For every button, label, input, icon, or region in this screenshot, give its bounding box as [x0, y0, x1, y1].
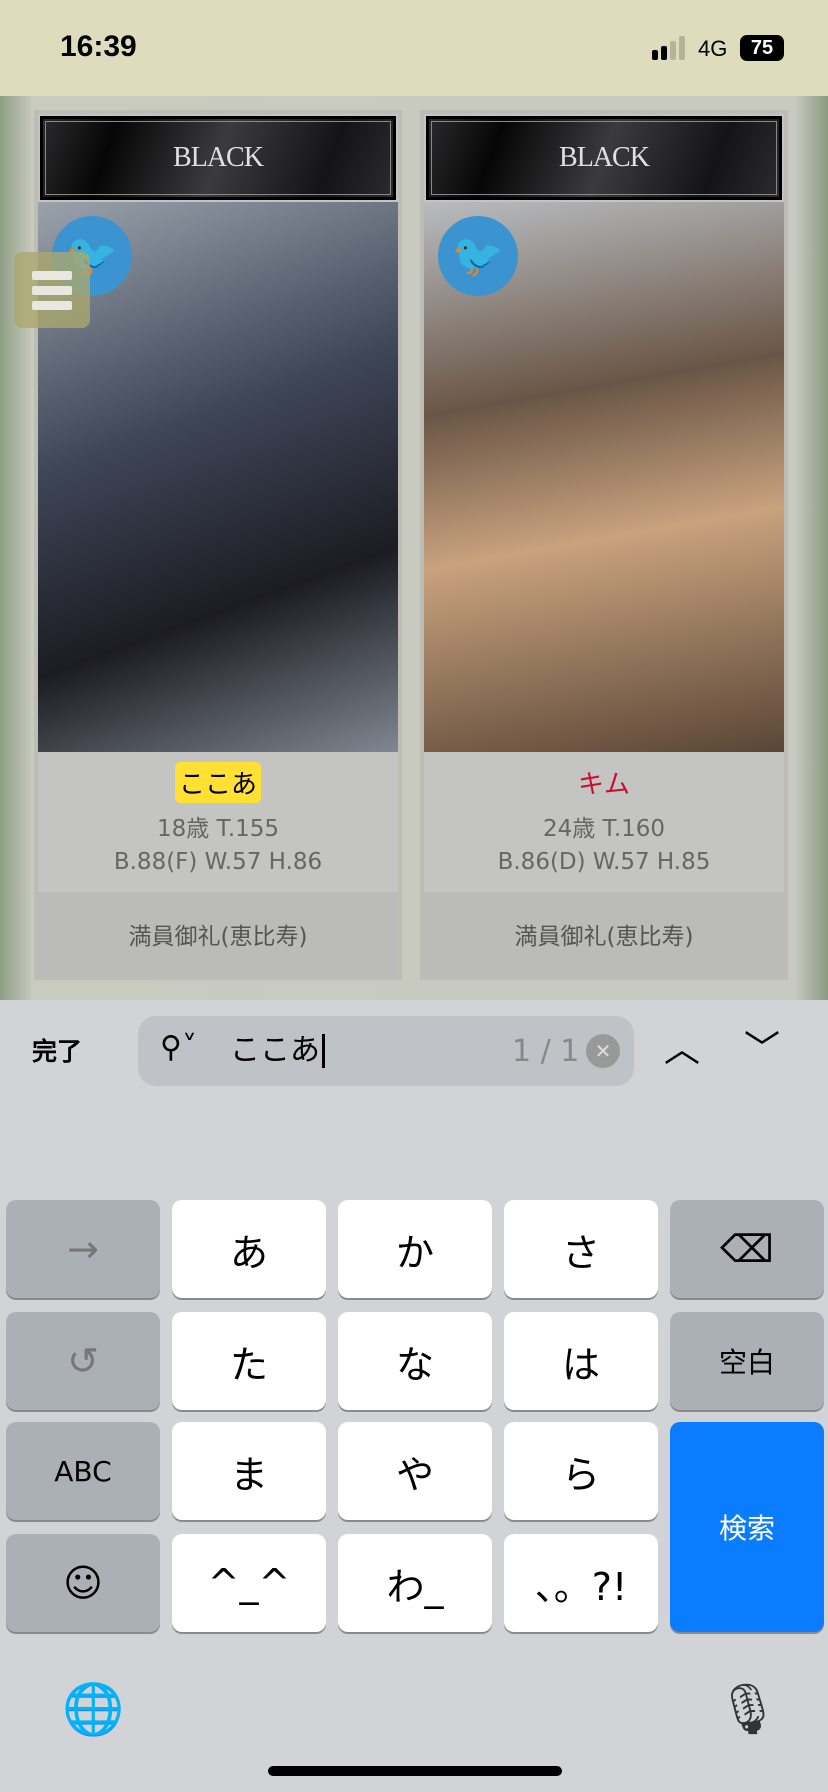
find-bar: 完了 ⚲˅ ここあ 1 / 1 ✕ ︿ ﹀	[0, 1000, 828, 1092]
key[interactable]: ⌫	[670, 1200, 824, 1298]
signal-icon	[652, 36, 685, 60]
profile-photo[interactable]: 🐦	[424, 202, 784, 752]
location: 満員御礼(恵比寿)	[38, 892, 398, 976]
globe-icon[interactable]: 🌐	[62, 1680, 124, 1739]
hamburger-icon[interactable]	[14, 252, 90, 328]
profile-photo[interactable]: 🐦	[38, 202, 398, 752]
measurements: B.86(D) W.57 H.85	[497, 849, 711, 875]
rank-badge: BLACK	[40, 116, 396, 200]
key[interactable]: ↺	[6, 1312, 160, 1410]
key[interactable]: ^_^	[172, 1534, 326, 1632]
key[interactable]: な	[338, 1312, 492, 1410]
key[interactable]: た	[172, 1312, 326, 1410]
measurements: B.88(F) W.57 H.86	[113, 849, 323, 875]
key[interactable]: は	[504, 1312, 658, 1410]
profile-info: ここあ 18歳 T.155 B.88(F) W.57 H.86	[38, 752, 398, 892]
key[interactable]: →	[6, 1200, 160, 1298]
location: 満員御礼(恵比寿)	[424, 892, 784, 976]
clock: 16:39	[60, 30, 137, 63]
find-query[interactable]: ここあ	[230, 1034, 325, 1068]
next-match-button[interactable]: ﹀	[744, 1020, 780, 1072]
age-height: 24歳 T.160	[542, 816, 666, 842]
key[interactable]: ら	[504, 1422, 658, 1520]
profile-name[interactable]: キム	[574, 762, 634, 803]
age-height: 18歳 T.155	[156, 816, 280, 842]
profile-card[interactable]: BLACK 🐦 ここあ 18歳 T.155 B.88(F) W.57 H.86 …	[34, 110, 402, 980]
network-type: 4G	[698, 36, 728, 61]
key[interactable]: あ	[172, 1200, 326, 1298]
key[interactable]: ABC	[6, 1422, 160, 1520]
done-button[interactable]: 完了	[32, 1032, 82, 1068]
key[interactable]: か	[338, 1200, 492, 1298]
search-icon[interactable]: ⚲˅	[160, 1030, 197, 1065]
web-page: BLACK 🐦 ここあ 18歳 T.155 B.88(F) W.57 H.86 …	[0, 96, 828, 1000]
key[interactable]: や	[338, 1422, 492, 1520]
home-indicator[interactable]	[268, 1766, 562, 1776]
previous-match-button[interactable]: ︿	[664, 1020, 700, 1072]
microphone-icon[interactable]: 🎙	[716, 1680, 779, 1739]
key[interactable]: ま	[172, 1422, 326, 1520]
key[interactable]: 空白	[670, 1312, 824, 1410]
key[interactable]: 、。?!	[504, 1534, 658, 1632]
battery-icon: 75	[740, 35, 784, 61]
key[interactable]: ☺	[6, 1534, 160, 1632]
key[interactable]: わ_	[338, 1534, 492, 1632]
profile-name[interactable]: ここあ	[174, 762, 261, 803]
status-bar: 16:39 4G 75	[0, 0, 828, 96]
clear-icon[interactable]: ✕	[586, 1034, 620, 1068]
key[interactable]: 検索	[670, 1422, 824, 1632]
twitter-icon[interactable]: 🐦	[438, 216, 518, 296]
profile-card[interactable]: BLACK 🐦 キム 24歳 T.160 B.86(D) W.57 H.85 満…	[420, 110, 788, 980]
rank-badge: BLACK	[426, 116, 782, 200]
profile-info: キム 24歳 T.160 B.86(D) W.57 H.85	[424, 752, 784, 892]
find-input[interactable]: ⚲˅ ここあ 1 / 1 ✕	[138, 1016, 634, 1086]
match-count: 1 / 1	[512, 1034, 580, 1069]
key[interactable]: さ	[504, 1200, 658, 1298]
